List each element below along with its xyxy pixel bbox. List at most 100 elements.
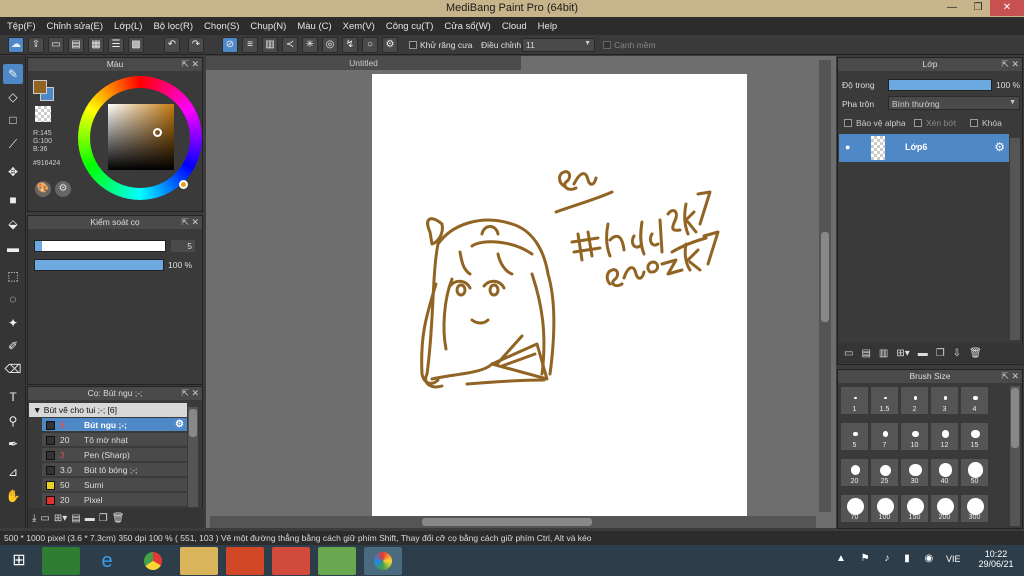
brush-size-preset[interactable]: 200 — [930, 494, 959, 523]
bucket-tool-icon[interactable]: ⬙ — [3, 214, 23, 234]
line-tool-icon[interactable]: ⟋ — [3, 134, 23, 154]
internet-explorer-icon[interactable]: e — [88, 547, 126, 575]
panel-window-icon[interactable]: ⇱ ✕ — [1001, 370, 1019, 383]
parallel-snap-icon[interactable]: ≡ — [242, 37, 258, 53]
app-icon[interactable] — [272, 547, 310, 575]
menu-view[interactable]: Xem(V) — [340, 21, 383, 32]
brush-size-preset[interactable]: 100 — [870, 494, 899, 523]
select-eraser-icon[interactable]: ⌫ — [3, 359, 23, 379]
brush-size-preset[interactable]: 10 — [900, 422, 929, 451]
brush-size-preset[interactable]: 50 — [960, 458, 989, 487]
brush-size-preset[interactable]: 40 — [930, 458, 959, 487]
antialias-checkbox[interactable] — [409, 41, 417, 49]
sv-picker-cursor[interactable] — [153, 128, 162, 137]
lock-checkbox[interactable] — [970, 119, 978, 127]
panel-window-icon[interactable]: ⇱ ✕ — [181, 58, 199, 71]
grid-icon[interactable]: ▩ — [128, 37, 144, 53]
brush-size-preset[interactable]: 3 — [930, 386, 959, 415]
comment-icon[interactable]: ▭ — [48, 37, 64, 53]
circle-snap-icon[interactable]: ○ — [362, 37, 378, 53]
grid-snap-icon[interactable]: ▥ — [262, 37, 278, 53]
no-snap-icon[interactable]: ⊘ — [222, 37, 238, 53]
clock[interactable]: 10:22 29/06/21 — [978, 549, 1014, 569]
concentric-snap-icon[interactable]: ◎ — [322, 37, 338, 53]
curve-snap-icon[interactable]: ↯ — [342, 37, 358, 53]
primary-color-swatch[interactable] — [33, 80, 47, 94]
brush-size-preset[interactable]: 1 — [840, 386, 869, 415]
brush-size-preset[interactable]: 15 — [960, 422, 989, 451]
select-tool-icon[interactable]: ⬚ — [3, 266, 23, 286]
delete-icon[interactable]: 🗑 — [112, 513, 125, 524]
brush-list-item[interactable]: 20 Tô mờ nhạt — [42, 433, 187, 447]
brush-size-scrollbar[interactable] — [1010, 386, 1020, 526]
brush-size-preset[interactable]: 150 — [900, 494, 929, 523]
hue-wheel[interactable] — [78, 76, 202, 200]
layer-list-scrollbar[interactable] — [1010, 138, 1020, 340]
menu-layer[interactable]: Lớp(L) — [111, 21, 150, 32]
brush-size-preset[interactable]: 2 — [900, 386, 929, 415]
redo-icon[interactable]: ↷ — [188, 37, 204, 53]
rectangle-tool-icon[interactable]: ■ — [3, 190, 23, 210]
eyedropper-tool-icon[interactable]: ⊿ — [3, 462, 23, 482]
layer-opacity-slider[interactable] — [888, 79, 992, 91]
duplicate-layer-icon[interactable]: ❐ — [936, 348, 945, 359]
share-icon[interactable]: ⇪ — [28, 37, 44, 53]
undo-icon[interactable]: ↶ — [164, 37, 180, 53]
minimize-button[interactable]: — — [940, 0, 964, 16]
brush-group-header[interactable]: ▼ Bút vẽ cho tui ;-; [6] — [29, 403, 187, 417]
move-tool-icon[interactable]: ✥ — [3, 162, 23, 182]
menu-cloud[interactable]: Cloud — [499, 21, 535, 32]
menu-tools[interactable]: Công cụ(T) — [383, 21, 442, 32]
gradient-tool-icon[interactable]: ▬ — [3, 238, 23, 258]
brush-settings-icon[interactable]: ▤ — [71, 513, 80, 524]
new-layer-icon[interactable]: ▭ — [844, 348, 853, 359]
select-pen-icon[interactable]: ✐ — [3, 336, 23, 356]
adjust-select[interactable]: 11 ▼ — [522, 38, 595, 52]
folder-icon[interactable]: ▬ — [85, 513, 95, 524]
divide-tool-icon[interactable]: ⚲ — [3, 411, 23, 431]
folder-icon[interactable]: ▬ — [918, 348, 928, 359]
language-indicator[interactable]: VIE — [946, 554, 961, 564]
close-button[interactable]: ✕ — [990, 0, 1024, 16]
brush-tool-icon[interactable]: ✎ — [3, 64, 23, 84]
windows-start-icon[interactable]: ⊞ — [4, 547, 34, 575]
brush-size-preset[interactable]: 5 — [840, 422, 869, 451]
medibang-taskbar-icon[interactable] — [364, 547, 402, 575]
merge-down-icon[interactable]: ⇩ — [953, 348, 961, 359]
tab-untitled[interactable]: Untitled — [206, 56, 521, 70]
hue-picker-cursor[interactable] — [179, 180, 188, 189]
menu-window[interactable]: Cửa sổ(W) — [441, 21, 498, 32]
menu-file[interactable]: Tệp(F) — [4, 21, 44, 32]
smooth-edge-checkbox[interactable] — [603, 41, 611, 49]
chrome-icon[interactable] — [134, 547, 172, 575]
canvas-horizontal-scrollbar[interactable] — [210, 516, 816, 528]
hand-tool-icon[interactable]: ✋ — [3, 486, 23, 506]
powerpoint-icon[interactable] — [226, 547, 264, 575]
menu-snap[interactable]: Chụp(N) — [247, 21, 294, 32]
list-icon[interactable]: ☰ — [108, 37, 124, 53]
restore-button[interactable]: ❐ — [966, 0, 990, 16]
saturation-value-square[interactable] — [108, 104, 174, 170]
brush-size-preset[interactable]: 25 — [870, 458, 899, 487]
brush-size-preset[interactable]: 70 — [840, 494, 869, 523]
palette-icon[interactable]: 🎨 — [35, 181, 51, 197]
brush-size-preset[interactable]: 30 — [900, 458, 929, 487]
brush-list-item[interactable]: 5 Bút ngu ;-; ⚙ — [42, 418, 187, 432]
menu-filter[interactable]: Bộ lọc(R) — [150, 21, 201, 32]
palette-settings-icon[interactable]: ⚙ — [55, 181, 71, 197]
menu-help[interactable]: Help — [535, 21, 566, 32]
add-brush-icon[interactable]: ⊞▾ — [54, 513, 67, 524]
panel-window-icon[interactable]: ⇱ ✕ — [1001, 58, 1019, 71]
brush-opacity-slider[interactable] — [34, 259, 164, 271]
cloud-icon[interactable]: ☁ — [8, 37, 24, 53]
brush-size-preset[interactable]: 7 — [870, 422, 899, 451]
protect-alpha-checkbox[interactable] — [844, 119, 852, 127]
brush-list-scrollbar[interactable] — [188, 407, 198, 507]
brush-list-item[interactable]: 50 Sumi — [42, 478, 187, 492]
add-layer-menu-icon[interactable]: ⊞▾ — [896, 348, 909, 359]
brush-size-value[interactable]: 5 — [171, 240, 195, 252]
pen-tool-icon[interactable]: ✒ — [3, 434, 23, 454]
gear-icon[interactable]: ⚙ — [175, 418, 184, 432]
menu-color[interactable]: Màu (C) — [294, 21, 339, 32]
brush-size-preset[interactable]: 12 — [930, 422, 959, 451]
